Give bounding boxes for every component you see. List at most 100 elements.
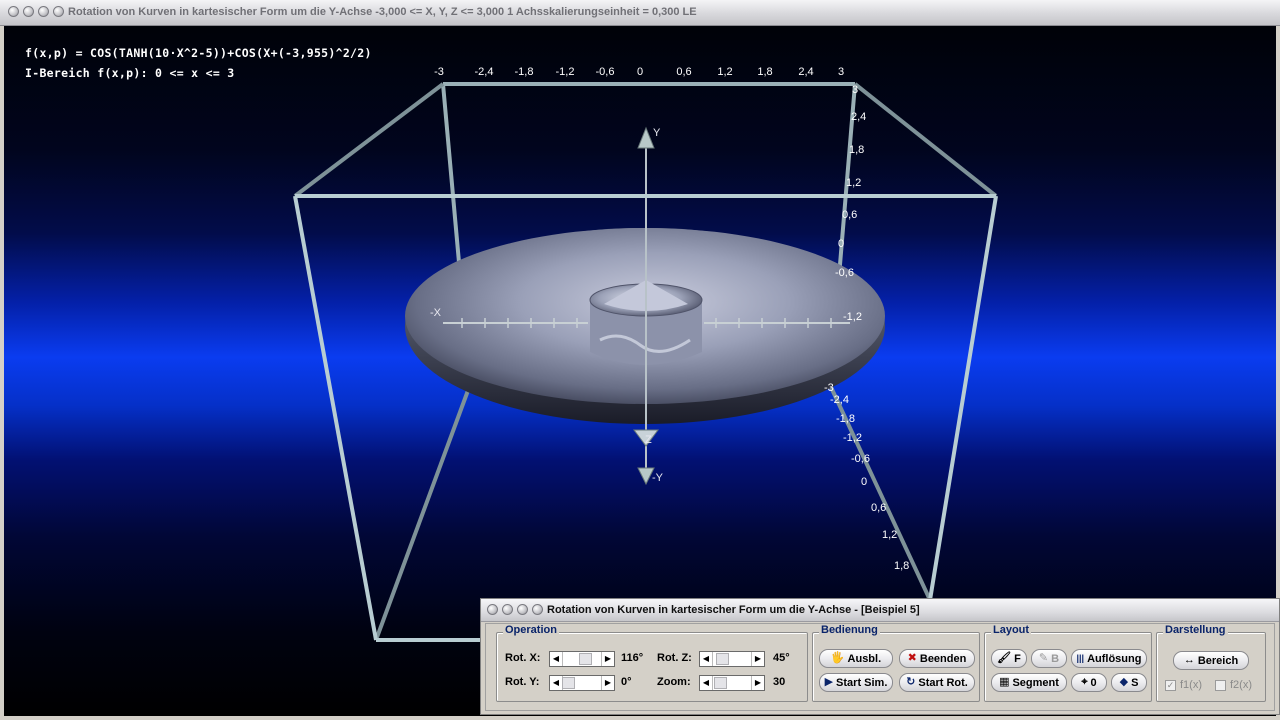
tick-label: 3 xyxy=(852,84,858,96)
tick-label: -1,2 xyxy=(556,66,575,78)
scroll-right-icon[interactable]: ▶ xyxy=(601,652,614,666)
paint-bucket-icon: ◆ xyxy=(1119,676,1129,688)
slider-thumb[interactable] xyxy=(579,653,592,665)
group-darstellung: Darstellung ↔ Bereich ✓ f1(x) f2(x) xyxy=(1156,624,1266,702)
b-button[interactable]: ✎ B xyxy=(1031,649,1067,668)
scroll-left-icon[interactable]: ◀ xyxy=(550,652,563,666)
tick-label: 1,2 xyxy=(846,177,861,189)
ausbl-button[interactable]: 🖐 Ausbl. xyxy=(819,649,893,668)
group-operation: Operation Rot. X: ◀ ▶ 116° Rot. Z: ◀ ▶ 4… xyxy=(496,624,808,702)
aufloesung-label: Auflösung xyxy=(1087,652,1142,665)
f2-checkbox[interactable] xyxy=(1215,679,1226,691)
axis-label-z: Z xyxy=(645,434,652,446)
tick-label: -1,8 xyxy=(836,413,855,425)
slider-thumb[interactable] xyxy=(716,653,729,665)
close-button[interactable] xyxy=(53,6,64,17)
rot-x-value: 116° xyxy=(621,652,644,664)
main-titlebar[interactable]: Rotation von Kurven in kartesischer Form… xyxy=(0,0,1280,26)
bereich-label: Bereich xyxy=(1197,654,1239,667)
bereich-button[interactable]: ↔ Bereich xyxy=(1173,651,1249,670)
f1-checkbox-row[interactable]: ✓ f1(x) xyxy=(1165,679,1202,691)
tick-label: 1,2 xyxy=(882,529,897,541)
slider-thumb[interactable] xyxy=(714,677,727,689)
panel-titlebar[interactable]: Rotation von Kurven in kartesischer Form… xyxy=(481,599,1279,622)
panel-menu-button[interactable] xyxy=(487,604,498,615)
rot-z-label: Rot. Z: xyxy=(657,652,692,664)
zoom-label: Zoom: xyxy=(657,676,691,688)
group-layout-label: Layout xyxy=(991,624,1032,636)
f1-label: f1(x) xyxy=(1180,679,1202,691)
start-rot-label: Start Rot. xyxy=(918,676,968,689)
top-tick-labels: -3 -2,4 -1,8 -1,2 -0,6 0 0,6 1,2 1,8 2,4… xyxy=(434,66,844,78)
scroll-right-icon[interactable]: ▶ xyxy=(751,676,764,690)
beenden-button[interactable]: ✖ Beenden xyxy=(899,649,975,668)
rot-z-slider[interactable]: ◀ ▶ xyxy=(699,651,765,667)
group-darstellung-label: Darstellung xyxy=(1163,624,1228,636)
rot-y-slider[interactable]: ◀ ▶ xyxy=(549,675,615,691)
control-panel: Rotation von Kurven in kartesischer Form… xyxy=(480,598,1280,715)
interval-range: I-Bereich f(x,p): 0 <= x <= 3 xyxy=(25,66,235,80)
tick-label: 0,6 xyxy=(871,502,886,514)
eraser-icon: ✎ xyxy=(1038,652,1049,664)
f1-checkbox[interactable]: ✓ xyxy=(1165,679,1176,691)
s-label: S xyxy=(1131,676,1139,689)
segment-button[interactable]: ▦ Segment xyxy=(991,673,1067,692)
tick-label: 0 xyxy=(861,476,867,488)
slider-thumb[interactable] xyxy=(562,677,575,689)
hide-icon: 🖐 xyxy=(830,652,845,664)
zero-label: 0 xyxy=(1090,676,1097,689)
right-lower-tick-labels: -3 -2,4 -1,8 -1,2 -0,6 0 0,6 1,2 1,8 xyxy=(824,382,909,572)
axis-label-neg-y: -Y xyxy=(652,472,664,484)
main-window: Rotation von Kurven in kartesischer Form… xyxy=(0,0,1280,720)
brush-icon: 🖌 xyxy=(997,652,1012,664)
tick-label: -1,8 xyxy=(515,66,534,78)
maximize-button[interactable] xyxy=(38,6,49,17)
grid-icon: ▦ xyxy=(999,676,1010,688)
tick-label: 1,2 xyxy=(717,66,732,78)
f-button[interactable]: 🖌 F xyxy=(991,649,1027,668)
window-title: Rotation von Kurven in kartesischer Form… xyxy=(68,6,697,18)
tick-label: -0,6 xyxy=(851,453,870,465)
tick-label: -2,4 xyxy=(830,394,849,406)
panel-title: Rotation von Kurven in kartesischer Form… xyxy=(547,604,920,616)
window-menu-button[interactable] xyxy=(8,6,19,17)
scroll-left-icon[interactable]: ◀ xyxy=(700,676,713,690)
panel-minimize-button[interactable] xyxy=(502,604,513,615)
minimize-button[interactable] xyxy=(23,6,34,17)
f-label: F xyxy=(1014,652,1021,665)
rot-x-label: Rot. X: xyxy=(505,652,541,664)
start-sim-button[interactable]: ▶ Start Sim. xyxy=(819,673,893,692)
rot-y-value: 0° xyxy=(621,676,632,688)
resolution-icon: ||| xyxy=(1076,653,1085,663)
rot-x-slider[interactable]: ◀ ▶ xyxy=(549,651,615,667)
tick-label: 1,8 xyxy=(849,144,864,156)
rot-y-label: Rot. Y: xyxy=(505,676,540,688)
range-icon: ↔ xyxy=(1183,654,1195,666)
tick-label: -2,4 xyxy=(475,66,494,78)
group-layout: Layout 🖌 F ✎ B ||| Auflösung ▦ Segment ⌖ 0 ◆ S xyxy=(984,624,1152,702)
segment-label: Segment xyxy=(1012,676,1059,689)
start-rot-button[interactable]: ↻ Start Rot. xyxy=(899,673,975,692)
tick-label: -1,2 xyxy=(843,311,862,323)
tick-label: 0,6 xyxy=(842,209,857,221)
group-bedienung: Bedienung 🖐 Ausbl. ✖ Beenden ▶ Start Sim. ↻… xyxy=(812,624,980,702)
panel-maximize-button[interactable] xyxy=(517,604,528,615)
panel-close-button[interactable] xyxy=(532,604,543,615)
rot-z-value: 45° xyxy=(773,652,790,664)
aufloesung-button[interactable]: ||| Auflösung xyxy=(1071,649,1147,668)
s-button[interactable]: ◆ S xyxy=(1111,673,1147,692)
scroll-right-icon[interactable]: ▶ xyxy=(751,652,764,666)
scroll-right-icon[interactable]: ▶ xyxy=(601,676,614,690)
play-icon: ▶ xyxy=(824,676,834,688)
tick-label: 1,8 xyxy=(757,66,772,78)
zoom-slider[interactable]: ◀ ▶ xyxy=(699,675,765,691)
zero-button[interactable]: ⌖ 0 xyxy=(1071,673,1107,692)
f2-checkbox-row[interactable]: f2(x) xyxy=(1215,679,1252,691)
tick-label: 0,6 xyxy=(676,66,691,78)
tick-label: -0,6 xyxy=(596,66,615,78)
axis-label-y: Y xyxy=(653,127,661,139)
function-expression: f(x,p) = COS(TANH(10·X^2-5))+COS(X+(-3,9… xyxy=(25,46,372,60)
scroll-left-icon[interactable]: ◀ xyxy=(700,652,713,666)
tick-label: -3 xyxy=(824,382,834,394)
panel-body: Operation Rot. X: ◀ ▶ 116° Rot. Z: ◀ ▶ 4… xyxy=(485,623,1275,711)
